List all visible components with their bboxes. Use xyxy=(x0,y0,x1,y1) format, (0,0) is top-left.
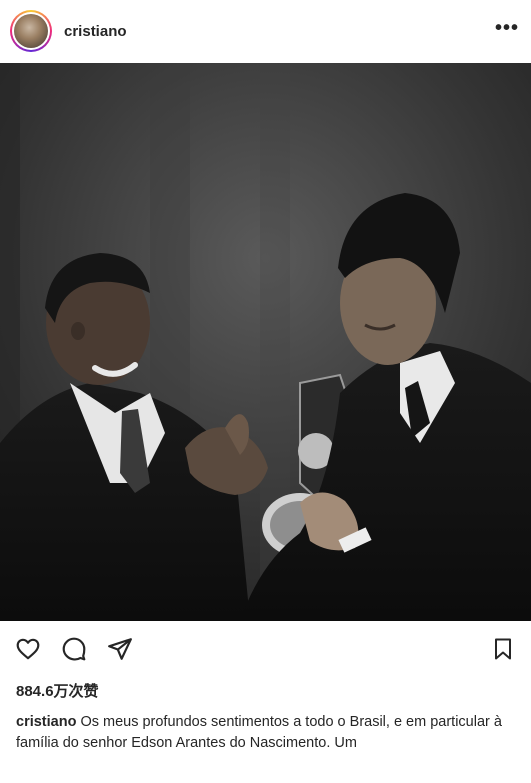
heart-outline-icon[interactable] xyxy=(14,635,42,663)
header-username[interactable]: cristiano xyxy=(64,23,127,40)
avatar[interactable] xyxy=(10,10,52,52)
post-photo[interactable] xyxy=(0,63,531,621)
caption-text: Os meus profundos sentimentos a todo o B… xyxy=(16,714,502,751)
caption: cristiano Os meus profundos sentimentos a… xyxy=(16,712,512,754)
post-header: cristiano ••• xyxy=(0,0,531,62)
instagram-post: cristiano ••• 884.6万次赞 cristiano Os meus… xyxy=(0,0,531,783)
more-options-icon[interactable]: ••• xyxy=(495,18,519,44)
paper-plane-icon[interactable] xyxy=(106,635,134,663)
avatar-gap xyxy=(12,12,50,50)
action-bar xyxy=(0,624,531,674)
comment-bubble-icon[interactable] xyxy=(60,635,88,663)
photo-illustration xyxy=(0,63,531,621)
likes-count[interactable]: 884.6万次赞 xyxy=(16,680,99,701)
caption-username[interactable]: cristiano xyxy=(16,714,76,730)
avatar-image xyxy=(14,14,48,48)
caption-fade xyxy=(0,756,531,783)
bookmark-outline-icon[interactable] xyxy=(489,635,517,663)
